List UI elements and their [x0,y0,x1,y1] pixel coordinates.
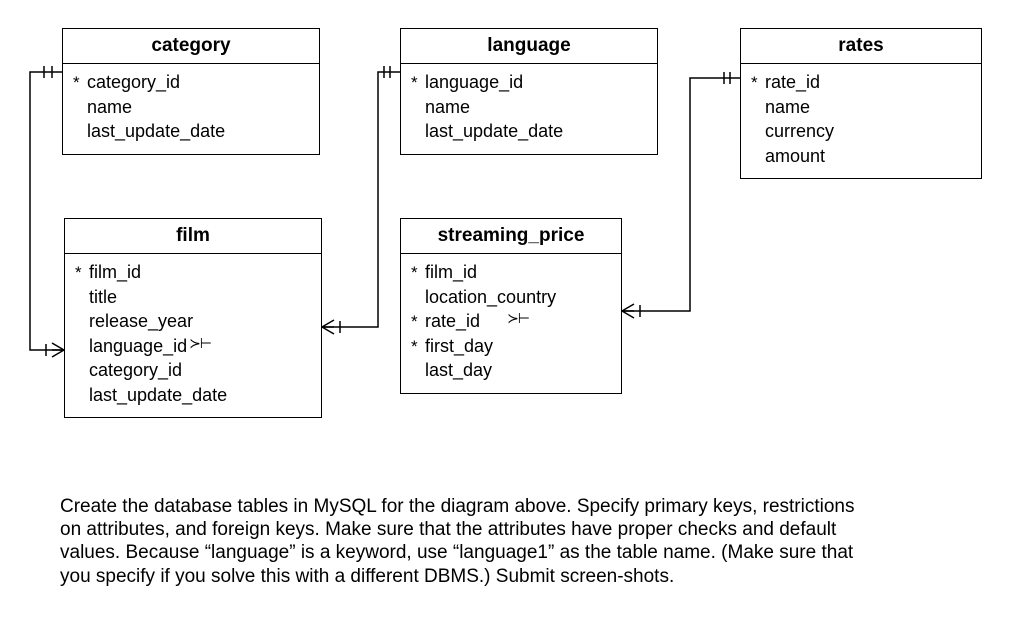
attr-row: *rate_id ≻⊢ [411,309,611,334]
fk-glyph-icon: ≻⊢ [507,310,529,328]
pk-mark: * [75,262,89,283]
attr-name: last_update_date [87,120,225,143]
attr-name: first_day [425,335,493,358]
attr-row: last_update_date [411,119,647,144]
pk-mark: * [411,311,425,332]
entity-title: film [65,219,321,254]
attr-row: *rate_id [751,70,971,95]
attr-name: film_id [425,261,477,284]
entity-rates: rates *rate_id name currency amount [740,28,982,179]
instr-line: you specify if you solve this with a dif… [60,566,674,587]
attr-name: category_id [87,71,180,94]
attr-name: category_id [89,359,182,382]
attr-row: *first_day [411,334,611,359]
entity-streaming-price: streaming_price *film_id location_countr… [400,218,622,394]
attr-name: name [425,96,470,119]
attr-name: name [87,96,132,119]
attr-row: name [411,95,647,120]
attr-row: last_update_date [75,383,311,408]
instr-line: values. Because “language” is a keyword,… [60,542,853,563]
entity-body: *category_id name last_update_date [63,64,319,154]
attr-name: amount [765,145,825,168]
attr-row: last_update_date [73,119,309,144]
fk-glyph-icon: ≻⊢ [189,335,211,353]
entity-film: film *film_id title release_year languag… [64,218,322,418]
attr-row: last_day [411,358,611,383]
pk-mark: * [411,72,425,93]
attr-name: language_id [425,71,523,94]
attr-row: currency [751,119,971,144]
entity-title: language [401,29,657,64]
entity-title: streaming_price [401,219,621,254]
instr-line: Create the database tables in MySQL for … [60,496,855,517]
attr-row: name [751,95,971,120]
entity-body: *language_id name last_update_date [401,64,657,154]
entity-body: *rate_id name currency amount [741,64,981,178]
attr-name: last_day [425,359,492,382]
attr-name: title [89,286,117,309]
attr-name: release_year [89,310,193,333]
entity-title: category [63,29,319,64]
erd-canvas: category *category_id name last_update_d… [0,0,1024,630]
pk-mark: * [751,72,765,93]
attr-name: location_country [425,286,556,309]
attr-name: film_id [89,261,141,284]
entity-title: rates [741,29,981,64]
attr-row: *film_id [75,260,311,285]
attr-row: release_year [75,309,311,334]
entity-language: language *language_id name last_update_d… [400,28,658,155]
pk-mark: * [73,72,87,93]
attr-name: last_update_date [89,384,227,407]
entity-category: category *category_id name last_update_d… [62,28,320,155]
attr-row: category_id [75,358,311,383]
attr-row: *film_id [411,260,611,285]
attr-name: currency [765,120,834,143]
pk-mark: * [411,336,425,357]
attr-row: name [73,95,309,120]
attr-row: language_id ≻⊢ [75,334,311,359]
attr-row: amount [751,144,971,169]
attr-row: location_country [411,285,611,310]
entity-body: *film_id title release_year language_id … [65,254,321,417]
attr-row: *language_id [411,70,647,95]
entity-body: *film_id location_country *rate_id ≻⊢ *f… [401,254,621,393]
attr-name: last_update_date [425,120,563,143]
attr-row: *category_id [73,70,309,95]
attr-name: name [765,96,810,119]
pk-mark: * [411,262,425,283]
attr-name: rate_id [765,71,820,94]
attr-name: rate_id [425,310,480,333]
attr-name: language_id [89,335,187,358]
instr-line: on attributes, and foreign keys. Make su… [60,519,836,540]
instructions-text: Create the database tables in MySQL for … [60,495,980,588]
attr-row: title [75,285,311,310]
